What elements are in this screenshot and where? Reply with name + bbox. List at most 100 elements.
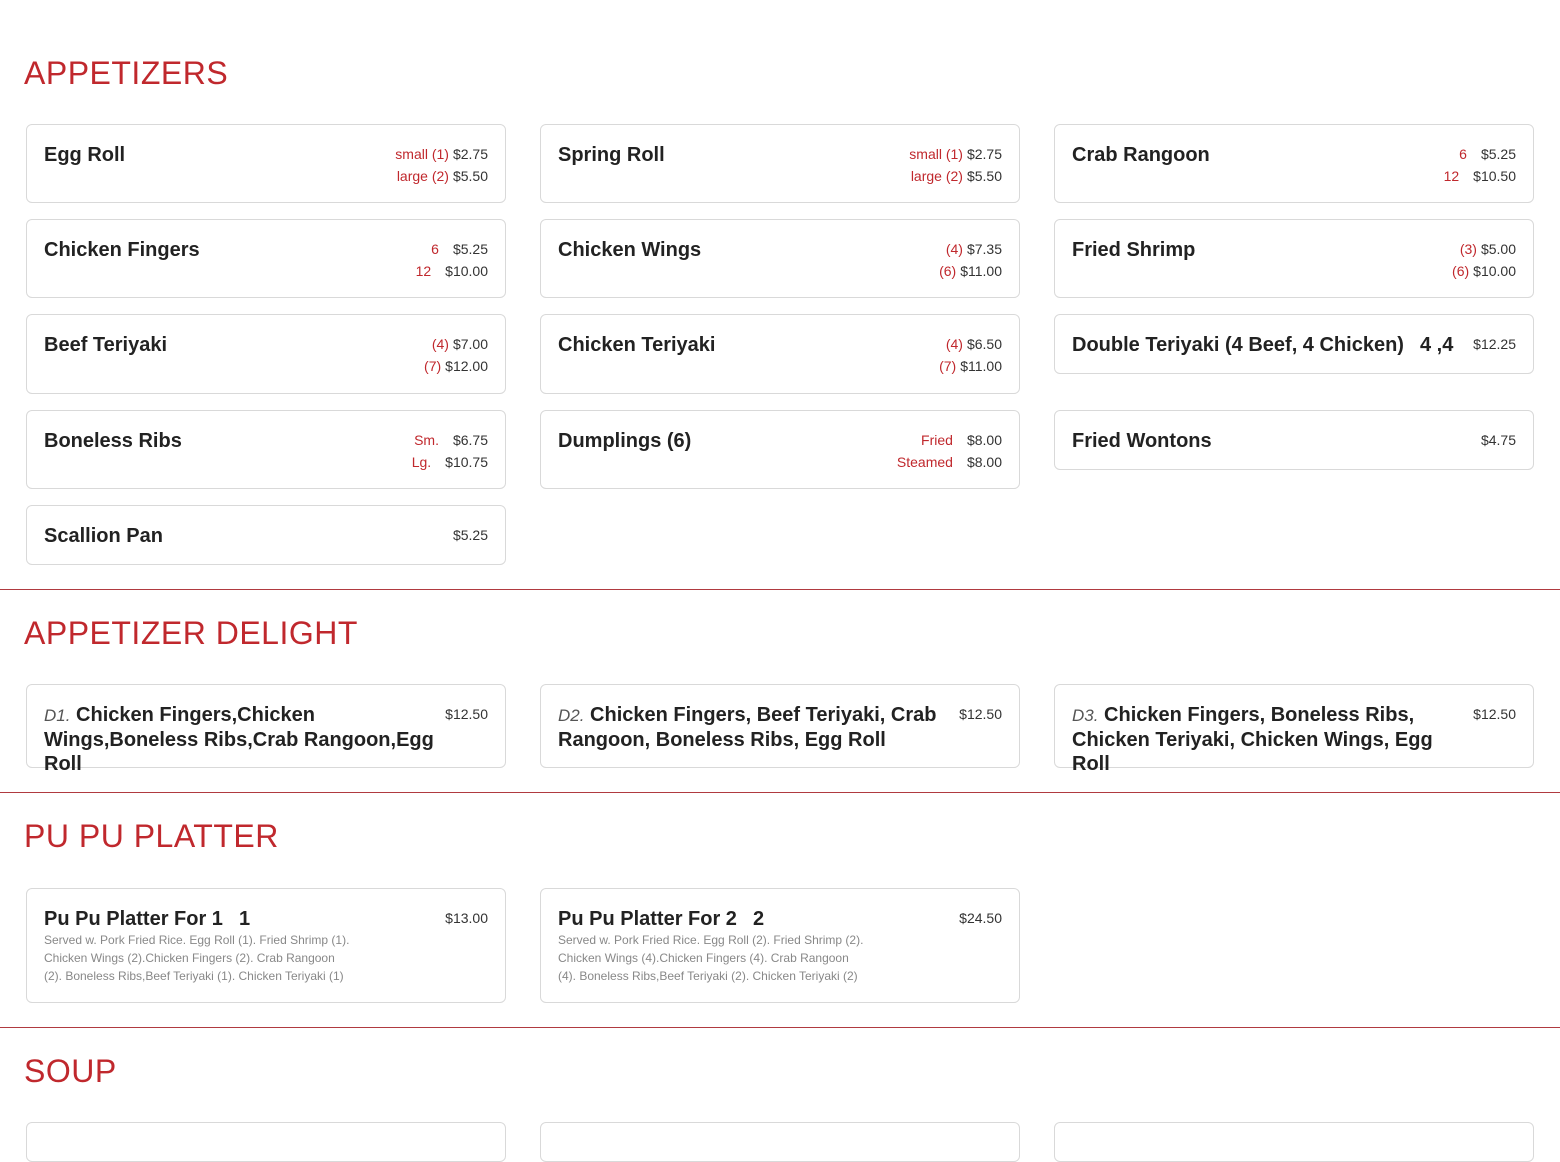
price-value: $13.00: [445, 910, 488, 926]
price-size-label: Fried: [921, 432, 953, 448]
item-name: Spring Roll: [558, 144, 665, 166]
price-row: $5.25: [449, 524, 488, 546]
menu-item-card[interactable]: [1054, 1122, 1534, 1162]
price-size-label: 6: [1459, 146, 1467, 162]
price-value: $12.50: [959, 706, 1002, 722]
price-value: $12.50: [445, 706, 488, 722]
price-row: $12.25: [1469, 333, 1516, 355]
menu-item-beef-teriyaki[interactable]: Beef Teriyaki (4) $7.00 (7) $12.00: [26, 314, 506, 394]
menu-item-pupu-for-2[interactable]: Pu Pu Platter For 2 2 $24.50 Served w. Po…: [540, 888, 1020, 1003]
price-list: 6 $5.25 12 $10.50: [1444, 143, 1516, 187]
item-code: D3.: [1072, 706, 1099, 725]
item-name: Chicken Wings: [558, 239, 702, 261]
item-name: Pu Pu Platter For 1 1: [44, 907, 250, 931]
price-row: (7) $12.00: [424, 355, 488, 377]
price-row: (4) $6.50: [939, 333, 1002, 355]
price-value: $11.00: [960, 358, 1002, 374]
item-name-text: Chicken Fingers, Beef Teriyaki, Crab Ran…: [558, 704, 937, 751]
price-size-label: (4): [431, 336, 449, 352]
price-row: 12 $10.00: [416, 260, 488, 282]
menu-item-boneless-ribs[interactable]: Boneless Ribs Sm. $6.75 Lg. $10.75: [26, 410, 506, 489]
price-size-label: 12: [415, 263, 432, 279]
menu-item-d1[interactable]: D1. Chicken Fingers,Chicken Wings,Bonele…: [26, 684, 506, 775]
price-value: $4.75: [1480, 432, 1516, 448]
price-list: 6 $5.25 12 $10.00: [416, 238, 488, 282]
menu-item-chicken-wings[interactable]: Chicken Wings (4) $7.35 (6) $11.00: [540, 219, 1020, 298]
menu-item-egg-roll[interactable]: Egg Roll small (1) $2.75 large (2) $5.50: [26, 124, 506, 203]
price-value: $5.00: [1480, 241, 1516, 257]
price-list: $4.75: [1477, 429, 1516, 451]
price-list: $12.50: [955, 703, 1002, 725]
section-title: PU PU PLATTER: [24, 818, 279, 854]
price-size-label: large (2): [910, 168, 963, 184]
item-name: Fried Wontons: [1072, 430, 1212, 452]
price-value: $2.75: [966, 146, 1002, 162]
price-size-label: small (1): [395, 146, 449, 162]
menu-item-crab-rangoon[interactable]: Crab Rangoon 6 $5.25 12 $10.50: [1054, 124, 1534, 203]
price-list: (3) $5.00 (6) $10.00: [1452, 238, 1516, 282]
item-extra-text: 2: [752, 908, 765, 930]
item-name: Pu Pu Platter For 2 2: [558, 907, 764, 931]
price-list: small (1) $2.75 large (2) $5.50: [909, 143, 1002, 187]
price-list: $12.50: [441, 703, 488, 725]
price-row: (3) $5.00: [1452, 238, 1516, 260]
menu-item-scallion-pan[interactable]: Scallion Pan $5.25: [26, 505, 506, 565]
price-value: $10.00: [1473, 263, 1516, 279]
menu-item-card[interactable]: [26, 1122, 506, 1162]
price-size-label: small (1): [909, 146, 963, 162]
price-row: $4.75: [1477, 429, 1516, 451]
menu-item-d2[interactable]: D2. Chicken Fingers, Beef Teriyaki, Crab…: [540, 684, 1020, 768]
price-row: $12.50: [955, 703, 1002, 725]
price-value: $11.00: [960, 263, 1002, 279]
section-title: APPETIZER DELIGHT: [24, 615, 358, 651]
price-size-label: (6): [939, 263, 957, 279]
item-extra-text: 1: [238, 908, 251, 930]
price-row: (7) $11.00: [939, 355, 1002, 377]
price-value: $5.25: [1480, 146, 1516, 162]
price-row: $13.00: [441, 907, 488, 929]
price-row: Lg. $10.75: [412, 451, 488, 473]
price-list: Sm. $6.75 Lg. $10.75: [412, 429, 488, 473]
item-name-text: Pu Pu Platter For 1: [44, 908, 223, 930]
section-divider: [0, 589, 1560, 590]
menu-item-pupu-for-1[interactable]: Pu Pu Platter For 1 1 $13.00 Served w. Po…: [26, 888, 506, 1003]
price-list: $12.25: [1469, 333, 1516, 355]
price-value: $7.35: [966, 241, 1002, 257]
price-row: $12.50: [441, 703, 488, 725]
menu-item-fried-shrimp[interactable]: Fried Shrimp (3) $5.00 (6) $10.00: [1054, 219, 1534, 298]
item-name: Beef Teriyaki: [44, 334, 168, 356]
section-title: SOUP: [24, 1053, 117, 1089]
item-code: D2.: [558, 706, 585, 725]
price-value: $6.50: [966, 336, 1002, 352]
price-row: large (2) $5.50: [909, 165, 1002, 187]
menu-item-chicken-fingers[interactable]: Chicken Fingers 6 $5.25 12 $10.00: [26, 219, 506, 298]
price-list: (4) $7.35 (6) $11.00: [939, 238, 1002, 282]
price-size-label: Lg.: [411, 454, 432, 470]
item-name: D3. Chicken Fingers, Boneless Ribs, Chic…: [1072, 703, 1472, 776]
menu-item-double-teriyaki[interactable]: Double Teriyaki (4 Beef, 4 Chicken) 4 ,4 …: [1054, 314, 1534, 374]
price-size-label: (6): [1452, 263, 1470, 279]
price-list: Fried $8.00 Steamed $8.00: [897, 429, 1002, 473]
menu-item-d3[interactable]: D3. Chicken Fingers, Boneless Ribs, Chic…: [1054, 684, 1534, 775]
item-name: Crab Rangoon: [1072, 144, 1210, 166]
item-name: Chicken Fingers: [44, 239, 200, 261]
item-name: D1. Chicken Fingers,Chicken Wings,Bonele…: [44, 703, 444, 776]
price-row: (4) $7.35: [939, 238, 1002, 260]
price-size-label: (7): [939, 358, 957, 374]
menu-item-chicken-teriyaki[interactable]: Chicken Teriyaki (4) $6.50 (7) $11.00: [540, 314, 1020, 394]
item-name-text: Chicken Fingers,Chicken Wings,Boneless R…: [44, 704, 434, 775]
menu-item-fried-wontons[interactable]: Fried Wontons $4.75: [1054, 410, 1534, 470]
price-list: (4) $7.00 (7) $12.00: [424, 333, 488, 377]
menu-item-dumplings[interactable]: Dumplings (6) Fried $8.00 Steamed $8.00: [540, 410, 1020, 489]
section-divider: [0, 1027, 1560, 1028]
menu-item-card[interactable]: [540, 1122, 1020, 1162]
price-list: $24.50: [955, 907, 1002, 929]
item-name-text: Double Teriyaki (4 Beef, 4 Chicken): [1072, 334, 1404, 356]
price-size-label: Sm.: [414, 432, 439, 448]
price-row: Sm. $6.75: [412, 429, 488, 451]
price-row: Steamed $8.00: [897, 451, 1002, 473]
price-value: $5.50: [452, 168, 488, 184]
item-name-text: Chicken Fingers, Boneless Ribs, Chicken …: [1072, 704, 1433, 775]
menu-item-spring-roll[interactable]: Spring Roll small (1) $2.75 large (2) $5.5…: [540, 124, 1020, 203]
section-title: APPETIZERS: [24, 55, 229, 91]
